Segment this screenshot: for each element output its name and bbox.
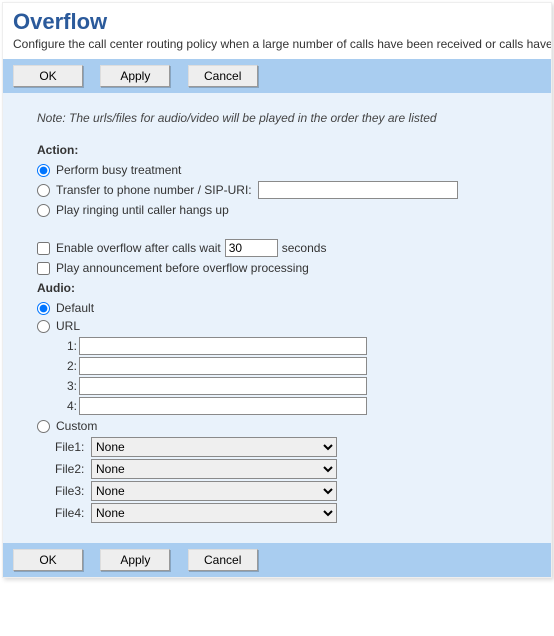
custom-file-select-4[interactable]: None <box>91 503 337 523</box>
action-label: Action: <box>37 143 541 157</box>
custom-row-label: File1: <box>55 440 91 454</box>
enable-overflow-label-post: seconds <box>282 241 327 255</box>
url-input-block: 1: 2: 3: 4: <box>55 337 541 415</box>
url-input-1[interactable] <box>79 337 367 355</box>
url-row-label: 3: <box>55 379 77 393</box>
action-transfer-radio[interactable] <box>37 184 50 197</box>
ok-button[interactable]: OK <box>13 65 83 87</box>
url-row-label: 2: <box>55 359 77 373</box>
audio-default-label: Default <box>56 301 94 315</box>
cancel-button[interactable]: Cancel <box>188 65 258 87</box>
play-announcement-checkbox[interactable] <box>37 262 50 275</box>
apply-button[interactable]: Apply <box>100 549 170 571</box>
overflow-wait-input[interactable] <box>225 239 278 257</box>
button-bar-top: OK Apply Cancel <box>3 59 551 93</box>
url-row-label: 1: <box>55 339 77 353</box>
action-busy-radio[interactable] <box>37 164 50 177</box>
play-announcement-label: Play announcement before overflow proces… <box>56 261 309 275</box>
custom-file-select-3[interactable]: None <box>91 481 337 501</box>
transfer-number-input[interactable] <box>258 181 458 199</box>
audio-url-radio[interactable] <box>37 320 50 333</box>
audio-label: Audio: <box>37 281 541 295</box>
apply-button[interactable]: Apply <box>100 65 170 87</box>
page-description: Configure the call center routing policy… <box>13 37 551 51</box>
url-input-4[interactable] <box>79 397 367 415</box>
audio-custom-radio[interactable] <box>37 420 50 433</box>
enable-overflow-checkbox[interactable] <box>37 242 50 255</box>
action-ringing-radio[interactable] <box>37 204 50 217</box>
audio-default-radio[interactable] <box>37 302 50 315</box>
action-ringing-label: Play ringing until caller hangs up <box>56 203 229 217</box>
custom-row-label: File3: <box>55 484 91 498</box>
settings-panel: Note: The urls/files for audio/video wil… <box>3 93 551 543</box>
url-input-3[interactable] <box>79 377 367 395</box>
audio-custom-label: Custom <box>56 419 97 433</box>
ok-button[interactable]: OK <box>13 549 83 571</box>
url-input-2[interactable] <box>79 357 367 375</box>
page-title: Overflow <box>13 9 551 35</box>
custom-row-label: File4: <box>55 506 91 520</box>
button-bar-bottom: OK Apply Cancel <box>3 543 551 577</box>
action-busy-label: Perform busy treatment <box>56 163 181 177</box>
cancel-button[interactable]: Cancel <box>188 549 258 571</box>
custom-file-block: File1: None File2: None File3: None File… <box>55 437 541 523</box>
custom-file-select-2[interactable]: None <box>91 459 337 479</box>
custom-row-label: File2: <box>55 462 91 476</box>
custom-file-select-1[interactable]: None <box>91 437 337 457</box>
enable-overflow-label-pre: Enable overflow after calls wait <box>56 241 221 255</box>
note-text: Note: The urls/files for audio/video wil… <box>37 111 541 125</box>
overflow-page: Overflow Configure the call center routi… <box>2 2 552 578</box>
audio-url-label: URL <box>56 319 80 333</box>
action-transfer-label: Transfer to phone number / SIP-URI: <box>56 183 252 197</box>
url-row-label: 4: <box>55 399 77 413</box>
